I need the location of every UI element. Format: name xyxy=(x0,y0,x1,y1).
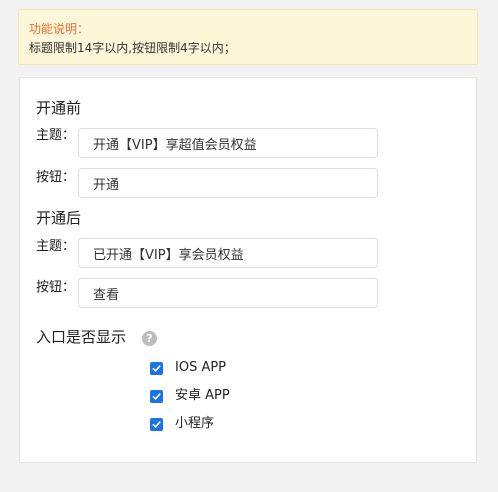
checkbox-checked-icon[interactable] xyxy=(150,417,163,431)
option-android-app[interactable]: 安卓 APP xyxy=(150,388,230,404)
before-button-label: 按钮： xyxy=(36,170,76,185)
after-topic-label: 主题： xyxy=(36,239,76,254)
help-icon[interactable]: ? xyxy=(142,331,157,346)
checkbox-checked-icon[interactable] xyxy=(150,389,163,403)
notice-text: 标题限制14字以内,按钮限制4字以内； xyxy=(29,41,236,55)
entry-section-title: 入口是否显示 xyxy=(36,328,127,346)
after-section-title: 开通后 xyxy=(36,209,82,227)
option-mini-program[interactable]: 小程序 xyxy=(150,416,214,432)
notice-title: 功能说明： xyxy=(29,22,90,36)
after-topic-input[interactable] xyxy=(78,238,378,268)
after-button-input[interactable] xyxy=(78,278,378,308)
before-section-title: 开通前 xyxy=(36,99,82,117)
before-topic-label: 主题： xyxy=(36,128,76,143)
option-label: IOS APP xyxy=(175,360,227,375)
after-button-label: 按钮： xyxy=(36,280,76,295)
option-label: 小程序 xyxy=(175,416,215,431)
option-label: 安卓 APP xyxy=(175,388,230,403)
checkbox-checked-icon[interactable] xyxy=(150,361,163,375)
notice-box: 功能说明： 标题限制14字以内,按钮限制4字以内； xyxy=(18,9,478,65)
settings-panel: 开通前 主题： 按钮： 开通后 主题： 按钮： 入口是否显示 ? IOS APP… xyxy=(19,77,477,463)
before-button-input[interactable] xyxy=(78,168,378,198)
before-topic-input[interactable] xyxy=(78,128,378,158)
option-ios-app[interactable]: IOS APP xyxy=(150,360,226,376)
